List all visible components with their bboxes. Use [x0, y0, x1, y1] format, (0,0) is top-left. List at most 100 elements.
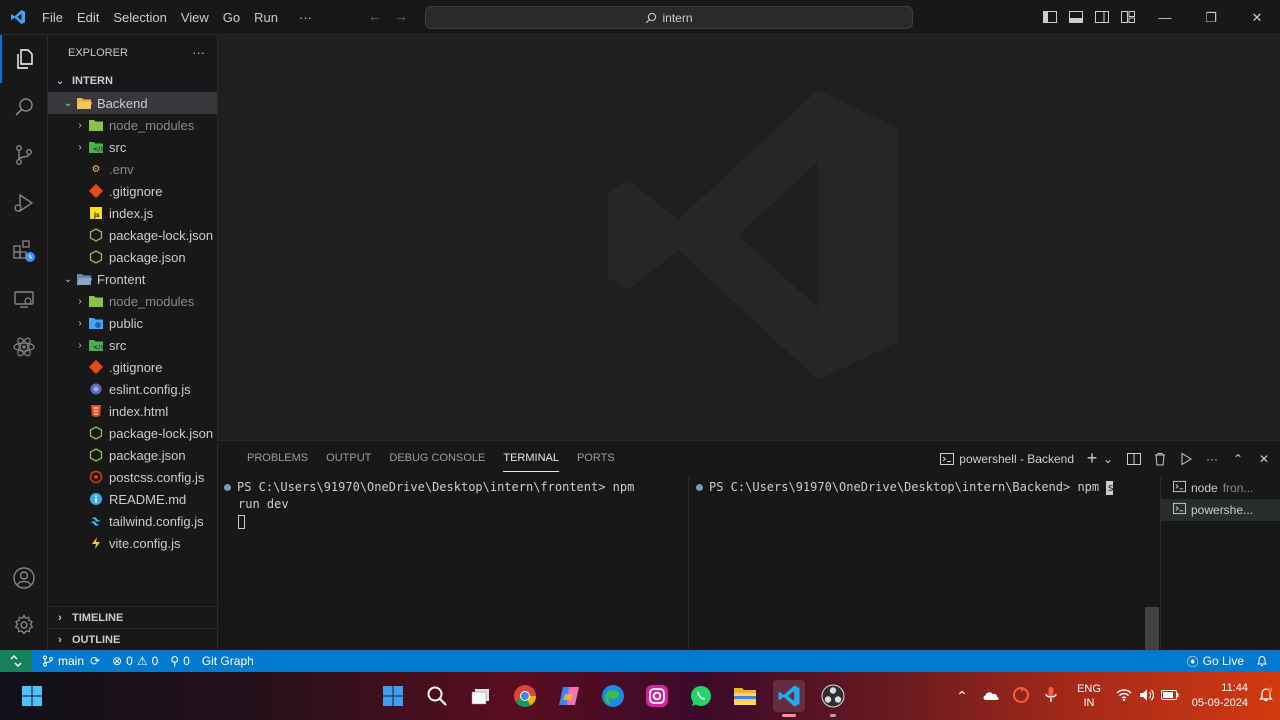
- tab-problems[interactable]: PROBLEMS: [238, 441, 317, 476]
- menu-run[interactable]: Run: [247, 0, 285, 35]
- tree-folder-node-modules[interactable]: › node_modules: [48, 290, 217, 312]
- tab-output[interactable]: OUTPUT: [317, 441, 380, 476]
- manage-gear-icon[interactable]: [0, 601, 48, 649]
- tree-file-package-json[interactable]: package.json: [48, 444, 217, 466]
- terminal-tab-node[interactable]: node fron...: [1161, 477, 1280, 499]
- menu-view[interactable]: View: [174, 0, 216, 35]
- back-arrow-icon[interactable]: ←: [368, 8, 382, 24]
- language-indicator[interactable]: ENG IN: [1066, 682, 1112, 710]
- accounts-icon[interactable]: [0, 554, 48, 602]
- tree-file-readme[interactable]: README.md: [48, 488, 217, 510]
- tree-file-postcss-config[interactable]: postcss.config.js: [48, 466, 217, 488]
- tree-file-package-json[interactable]: package.json: [48, 246, 217, 268]
- run-and-debug-icon[interactable]: [0, 179, 48, 227]
- close-button[interactable]: ✕: [1234, 0, 1280, 35]
- vscode-taskbar-icon[interactable]: [773, 680, 805, 717]
- minimize-button[interactable]: —: [1142, 0, 1188, 35]
- microphone-icon[interactable]: [1036, 686, 1066, 707]
- tab-terminal[interactable]: TERMINAL: [494, 441, 568, 476]
- problems-indicator[interactable]: ⊗ 0 ⚠ 0: [106, 650, 164, 672]
- volume-icon[interactable]: [1136, 688, 1158, 705]
- trash-icon[interactable]: [1152, 451, 1168, 467]
- explorer-more-actions[interactable]: ···: [192, 45, 205, 60]
- terminal-pane-frontent[interactable]: PS C:\Users\91970\OneDrive\Desktop\inter…: [224, 479, 679, 530]
- timeline-section-header[interactable]: › TIMELINE: [48, 606, 217, 628]
- tree-file-eslint-config[interactable]: eslint.config.js: [48, 378, 217, 400]
- search-icon[interactable]: [0, 83, 48, 131]
- terminal-scrollbar[interactable]: [1145, 607, 1159, 651]
- instagram-icon[interactable]: [641, 680, 673, 712]
- tree-file-index-html[interactable]: index.html: [48, 400, 217, 422]
- tree-file-env[interactable]: ⚙ .env: [48, 158, 217, 180]
- windows-start-icon[interactable]: [16, 680, 48, 712]
- maximize-panel-icon[interactable]: ⌃: [1230, 451, 1246, 467]
- terminal-tab-powershell[interactable]: powershe...: [1161, 499, 1280, 521]
- tree-file-package-lock[interactable]: package-lock.json: [48, 422, 217, 444]
- sync-app-icon[interactable]: [1006, 686, 1036, 707]
- command-center-search[interactable]: intern: [425, 6, 913, 29]
- edge-icon[interactable]: [597, 680, 629, 712]
- customize-layout-icon[interactable]: [1120, 9, 1136, 25]
- explorer-icon[interactable]: [0, 35, 48, 83]
- outline-section-header[interactable]: › OUTLINE: [48, 628, 217, 650]
- whatsapp-icon[interactable]: [685, 680, 717, 712]
- toggle-secondary-sidebar-icon[interactable]: [1094, 9, 1110, 25]
- clock[interactable]: 11:44 05-09-2024: [1182, 681, 1252, 711]
- copilot-icon[interactable]: [553, 680, 585, 712]
- wifi-icon[interactable]: [1112, 688, 1136, 705]
- menu-more[interactable]: ···: [285, 0, 319, 35]
- tree-folder-public[interactable]: › public: [48, 312, 217, 334]
- source-control-icon[interactable]: [0, 131, 48, 179]
- taskbar-search-icon[interactable]: [421, 680, 453, 712]
- remote-explorer-icon[interactable]: [0, 275, 48, 323]
- more-actions-icon[interactable]: ···: [1204, 451, 1220, 467]
- show-hidden-icons-chevron-up-icon[interactable]: ⌃: [948, 688, 976, 705]
- tree-folder-frontent[interactable]: ⌄ Frontent: [48, 268, 217, 290]
- tree-file-package-lock[interactable]: package-lock.json: [48, 224, 217, 246]
- notifications-bell-icon[interactable]: [1250, 650, 1280, 672]
- tree-file-vite-config[interactable]: vite.config.js: [48, 532, 217, 554]
- task-view-icon[interactable]: [465, 680, 497, 712]
- new-terminal-plus-icon[interactable]: +: [1084, 448, 1100, 468]
- menu-selection[interactable]: Selection: [106, 0, 173, 35]
- tree-file-index-js[interactable]: js index.js: [48, 202, 217, 224]
- go-live-button[interactable]: ⦿ Go Live: [1181, 650, 1250, 672]
- restore-button[interactable]: ❐: [1188, 0, 1234, 35]
- remote-indicator-icon[interactable]: [0, 650, 32, 672]
- tab-ports[interactable]: PORTS: [568, 441, 624, 476]
- onedrive-cloud-icon[interactable]: [976, 689, 1006, 704]
- git-graph-button[interactable]: Git Graph: [196, 650, 260, 672]
- close-panel-icon[interactable]: ✕: [1256, 451, 1272, 467]
- split-terminal-icon[interactable]: [1126, 451, 1142, 467]
- tree-file-gitignore[interactable]: .gitignore: [48, 356, 217, 378]
- menu-edit[interactable]: Edit: [70, 0, 106, 35]
- tab-debug-console[interactable]: DEBUG CONSOLE: [380, 441, 494, 476]
- terminal-name[interactable]: powershell - Backend: [959, 452, 1074, 466]
- branch-indicator[interactable]: main ⟳: [36, 650, 106, 672]
- workspace-folder-header[interactable]: ⌄ INTERN: [48, 70, 217, 92]
- forward-arrow-icon[interactable]: →: [394, 8, 408, 24]
- ports-indicator[interactable]: ⚲ 0: [164, 650, 195, 672]
- tree-folder-node-modules[interactable]: › node_modules: [48, 114, 217, 136]
- windows-start-button-icon[interactable]: [377, 680, 409, 712]
- menu-go[interactable]: Go: [216, 0, 247, 35]
- run-icon[interactable]: [1178, 451, 1194, 467]
- tree-folder-backend[interactable]: ⌄ Backend: [48, 92, 217, 114]
- toggle-panel-icon[interactable]: [1068, 9, 1084, 25]
- chevron-down-icon[interactable]: ⌄: [1100, 451, 1116, 467]
- tree-folder-src[interactable]: › </> src: [48, 136, 217, 158]
- battery-icon[interactable]: [1158, 689, 1182, 703]
- obs-icon[interactable]: [817, 680, 849, 717]
- tree-file-tailwind-config[interactable]: tailwind.config.js: [48, 510, 217, 532]
- terminal-split-divider[interactable]: [688, 477, 689, 651]
- toggle-primary-sidebar-icon[interactable]: [1042, 9, 1058, 25]
- tree-file-gitignore[interactable]: .gitignore: [48, 180, 217, 202]
- file-explorer-icon[interactable]: [729, 680, 761, 712]
- notification-bell-icon[interactable]: [1252, 687, 1280, 706]
- tree-folder-src[interactable]: › </> src: [48, 334, 217, 356]
- menu-file[interactable]: File: [35, 0, 70, 35]
- chrome-icon[interactable]: [509, 680, 541, 712]
- extensions-icon[interactable]: [0, 227, 48, 275]
- react-icon[interactable]: [0, 323, 48, 371]
- terminal-pane-backend[interactable]: PS C:\Users\91970\OneDrive\Desktop\inter…: [696, 479, 1146, 496]
